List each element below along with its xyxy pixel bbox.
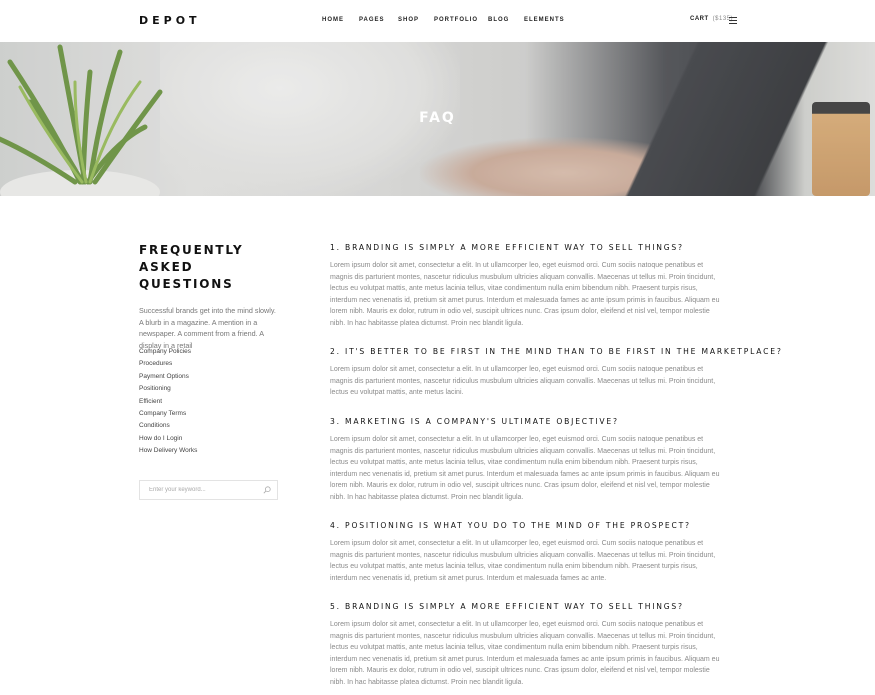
sidebar-link-company-terms[interactable]: Company Terms bbox=[139, 408, 197, 420]
faq-item: 3. MARKETING IS A COMPANY'S ULTIMATE OBJ… bbox=[330, 417, 725, 503]
sidebar: FREQUENTLY ASKED QUESTIONS Successful br… bbox=[139, 242, 279, 500]
faq-question[interactable]: 2. IT'S BETTER TO BE FIRST IN THE MIND T… bbox=[330, 347, 781, 356]
sidebar-link-efficient[interactable]: Efficient bbox=[139, 396, 197, 408]
search-box bbox=[139, 480, 278, 500]
faq-question[interactable]: 4. POSITIONING IS WHAT YOU DO TO THE MIN… bbox=[330, 521, 725, 530]
nav-elements[interactable]: ELEMENTS bbox=[524, 17, 565, 23]
search-input[interactable] bbox=[140, 481, 260, 499]
site-header: DEPOT HOME PAGES SHOP PORTFOLIO BLOG ELE… bbox=[0, 0, 875, 42]
faq-answer: Lorem ipsum dolor sit amet, consectetur … bbox=[330, 621, 720, 686]
sidebar-link-conditions[interactable]: Conditions bbox=[139, 420, 197, 432]
nav-pages[interactable]: PAGES bbox=[359, 17, 385, 23]
sidebar-link-procedures[interactable]: Procedures bbox=[139, 358, 197, 370]
faq-item: 1. BRANDING IS SIMPLY A MORE EFFICIENT W… bbox=[330, 243, 725, 329]
faq-item: 2. IT'S BETTER TO BE FIRST IN THE MIND T… bbox=[330, 347, 781, 399]
hamburger-menu-icon[interactable] bbox=[729, 17, 737, 24]
search-icon[interactable] bbox=[263, 486, 271, 494]
faq-answer: Lorem ipsum dolor sit amet, consectetur … bbox=[330, 262, 720, 327]
sidebar-title: FREQUENTLY ASKED QUESTIONS bbox=[139, 243, 244, 291]
nav-home[interactable]: HOME bbox=[322, 17, 344, 23]
page-title: FAQ bbox=[419, 110, 456, 126]
hero-banner: FAQ bbox=[0, 42, 875, 196]
faq-answer: Lorem ipsum dolor sit amet, consectetur … bbox=[330, 366, 716, 396]
sidebar-link-positioning[interactable]: Positioning bbox=[139, 383, 197, 395]
cart-link[interactable]: CART ($135) bbox=[690, 16, 733, 22]
faq-item: 4. POSITIONING IS WHAT YOU DO TO THE MIN… bbox=[330, 521, 725, 584]
sidebar-links: Company Policies Procedures Payment Opti… bbox=[139, 346, 197, 458]
nav-blog[interactable]: BLOG bbox=[488, 17, 509, 23]
nav-shop[interactable]: SHOP bbox=[398, 17, 419, 23]
cart-label: CART bbox=[690, 16, 709, 22]
sidebar-description: Successful brands get into the mind slow… bbox=[139, 306, 276, 350]
faq-question[interactable]: 5. BRANDING IS SIMPLY A MORE EFFICIENT W… bbox=[330, 602, 725, 611]
faq-question[interactable]: 3. MARKETING IS A COMPANY'S ULTIMATE OBJ… bbox=[330, 417, 725, 426]
main-nav: HOME PAGES SHOP PORTFOLIO BLOG ELEMENTS bbox=[0, 17, 875, 27]
sidebar-link-how-delivery-works[interactable]: How Delivery Works bbox=[139, 445, 197, 457]
sidebar-link-company-policies[interactable]: Company Policies bbox=[139, 346, 197, 358]
sidebar-link-payment-options[interactable]: Payment Options bbox=[139, 371, 197, 383]
faq-answer: Lorem ipsum dolor sit amet, consectetur … bbox=[330, 540, 716, 582]
faq-item: 5. BRANDING IS SIMPLY A MORE EFFICIENT W… bbox=[330, 602, 725, 688]
faq-question[interactable]: 1. BRANDING IS SIMPLY A MORE EFFICIENT W… bbox=[330, 243, 725, 252]
faq-answer: Lorem ipsum dolor sit amet, consectetur … bbox=[330, 436, 720, 501]
sidebar-link-how-do-i-login[interactable]: How do I Login bbox=[139, 433, 197, 445]
nav-portfolio[interactable]: PORTFOLIO bbox=[434, 17, 478, 23]
